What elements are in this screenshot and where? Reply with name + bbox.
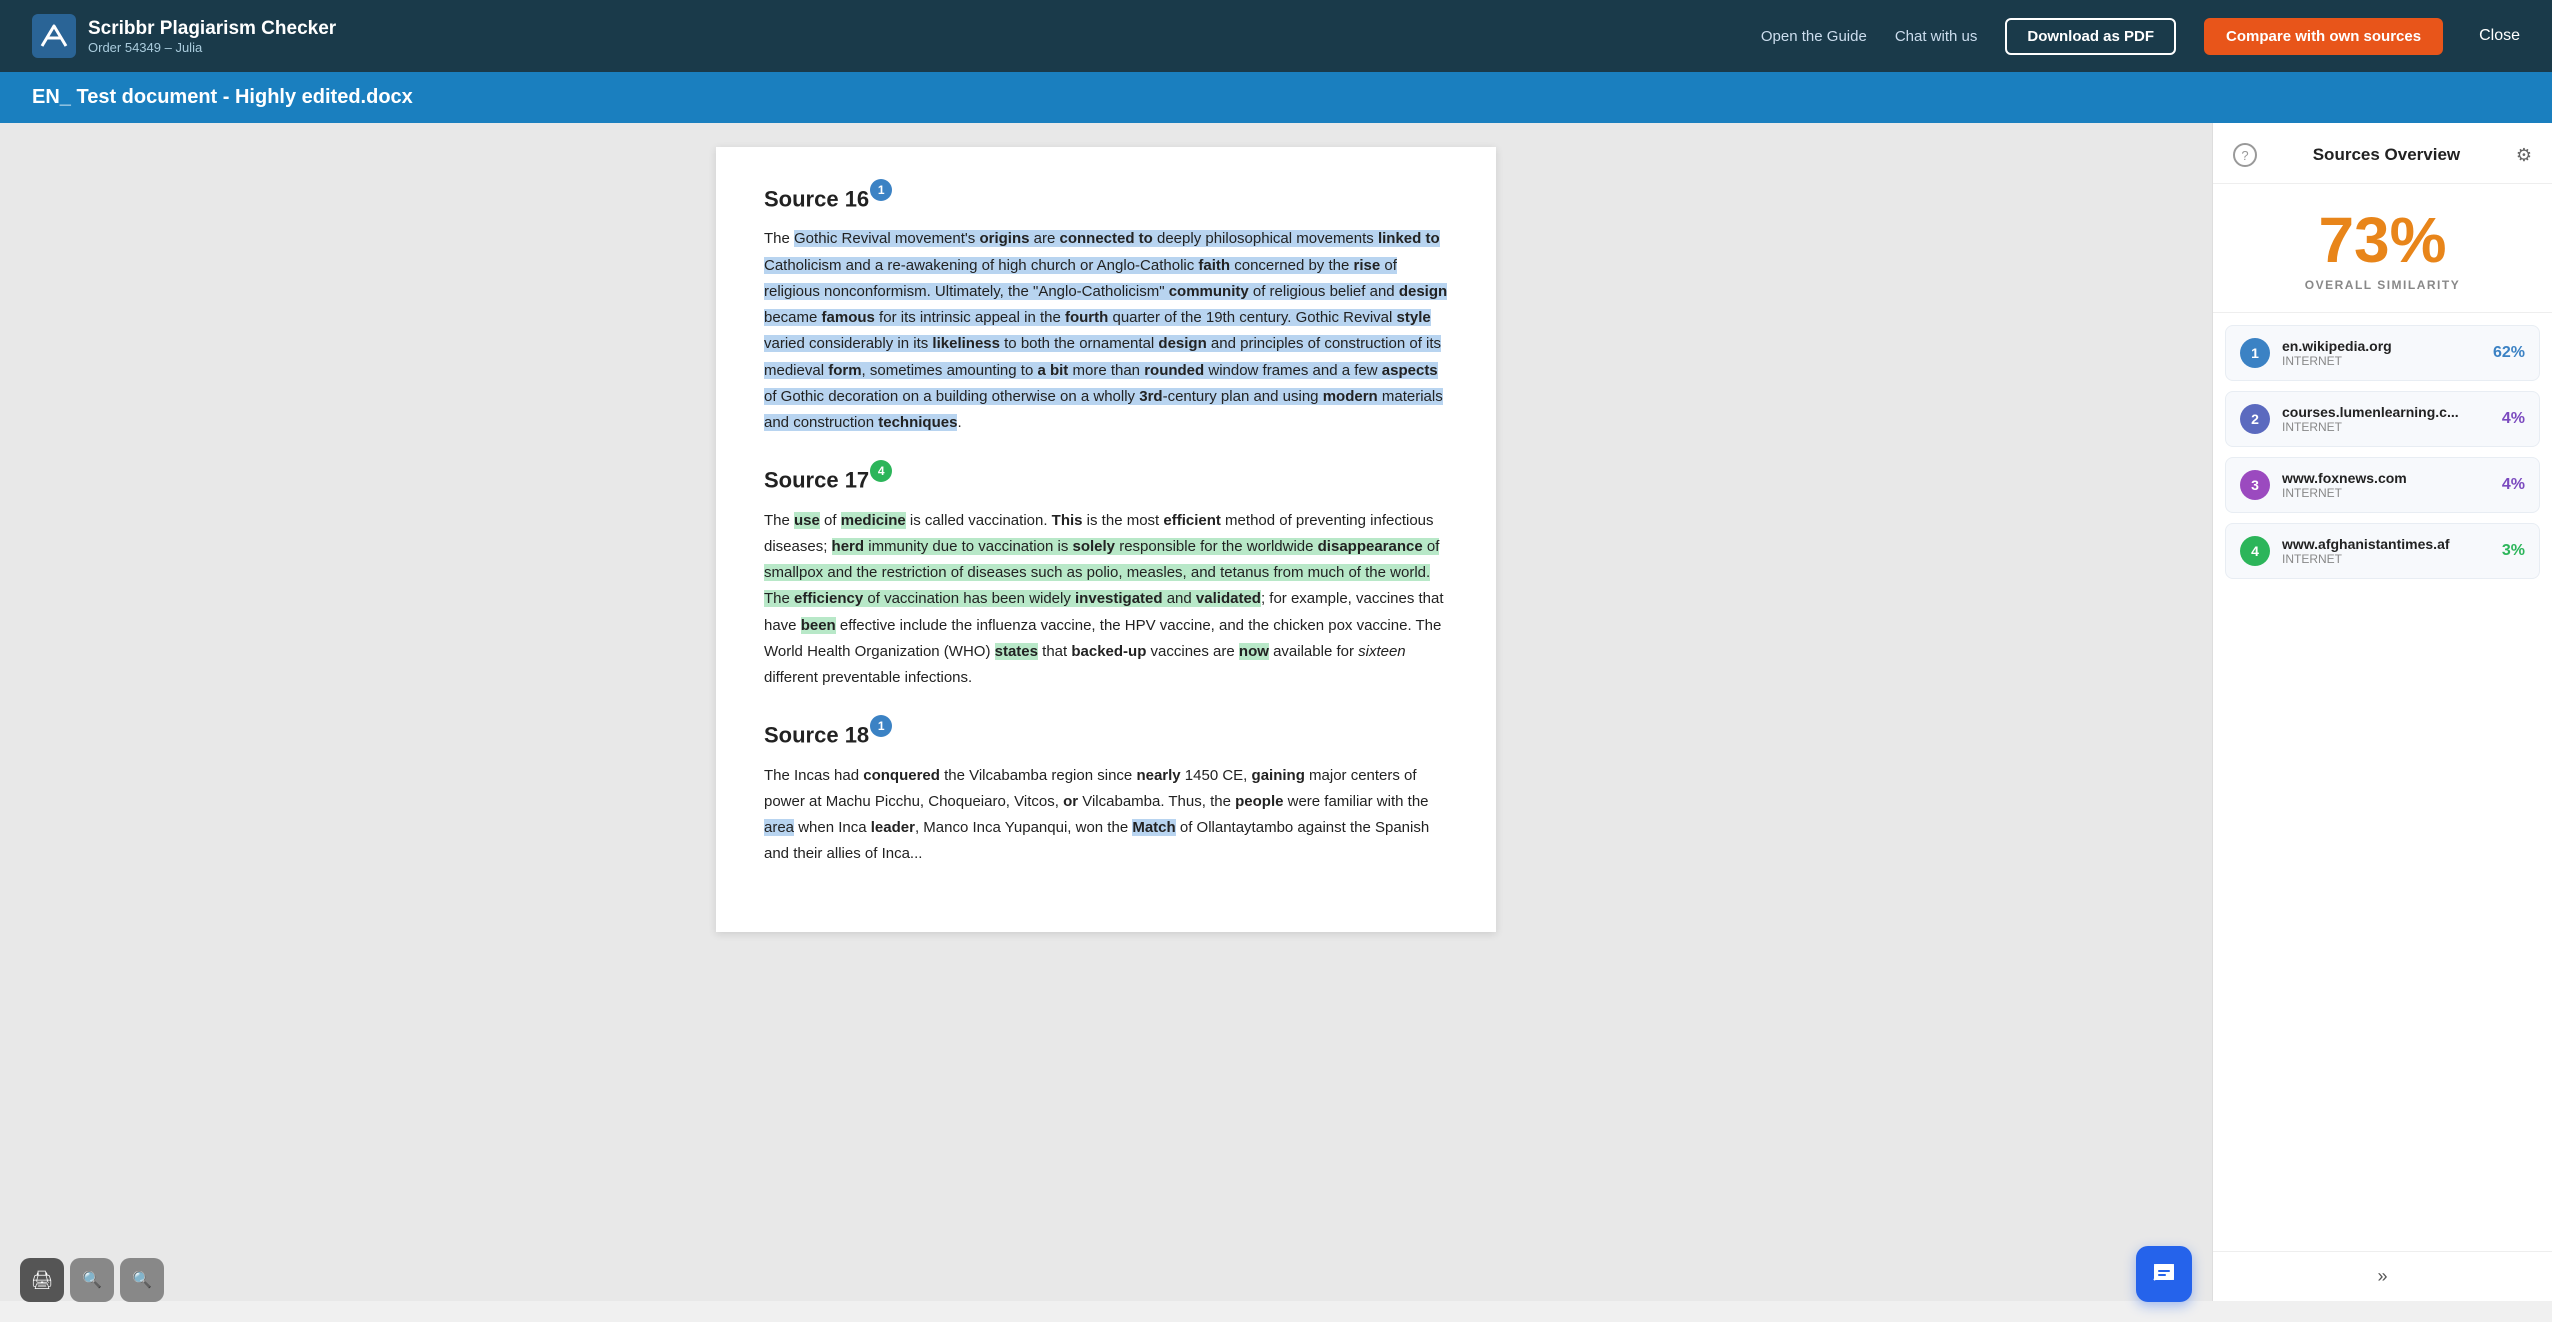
help-icon[interactable]: ? (2233, 143, 2257, 167)
source-16-badge: 1 (870, 179, 892, 201)
source-info-2: courses.lumenlearning.c... INTERNET (2282, 404, 2490, 434)
close-button[interactable]: Close (2479, 27, 2520, 45)
source-17-title: Source 174 (764, 464, 1448, 493)
source-18-badge: 1 (870, 715, 892, 737)
source-16-text: The Gothic Revival movement's origins ar… (764, 226, 1448, 436)
print-icon: 🖨 (31, 1270, 54, 1291)
zoom-out-button[interactable]: 🔍 (70, 1258, 114, 1302)
zoom-in-button[interactable]: 🔍 (120, 1258, 164, 1302)
source-type-3: INTERNET (2282, 486, 2490, 500)
zoom-in-icon: 🔍 (132, 1270, 152, 1290)
source-badge-4: 4 (2240, 536, 2270, 566)
logo-area: Scribbr Plagiarism Checker Order 54349 –… (32, 14, 336, 58)
source-18-title: Source 181 (764, 719, 1448, 748)
source-domain-1: en.wikipedia.org (2282, 338, 2481, 354)
document-title-bar: EN_ Test document - Highly edited.docx (0, 72, 2552, 123)
app-header: Scribbr Plagiarism Checker Order 54349 –… (0, 0, 2552, 72)
source-domain-3: www.foxnews.com (2282, 470, 2490, 486)
source-type-2: INTERNET (2282, 420, 2490, 434)
source-info-1: en.wikipedia.org INTERNET (2282, 338, 2481, 368)
sidebar-header: ? Sources Overview ⚙ (2213, 123, 2552, 184)
document-title: EN_ Test document - Highly edited.docx (32, 86, 413, 108)
source-pct-2: 4% (2502, 410, 2525, 428)
sidebar: ? Sources Overview ⚙ 73% OVERALL SIMILAR… (2212, 123, 2552, 1301)
zoom-out-icon: 🔍 (82, 1270, 102, 1290)
order-info: Order 54349 – Julia (88, 40, 336, 55)
source-badge-3: 3 (2240, 470, 2270, 500)
expand-icon: » (2377, 1266, 2387, 1287)
settings-icon[interactable]: ⚙ (2516, 145, 2532, 166)
source-16-title: Source 161 (764, 183, 1448, 212)
source-domain-4: www.afghanistantimes.af (2282, 536, 2490, 552)
similarity-label: OVERALL SIMILARITY (2233, 278, 2532, 292)
source-item-3[interactable]: 3 www.foxnews.com INTERNET 4% (2225, 457, 2540, 513)
logo-text: Scribbr Plagiarism Checker Order 54349 –… (88, 18, 336, 55)
source-17-badge: 4 (870, 460, 892, 482)
document-page: Source 161 The Gothic Revival movement's… (716, 147, 1496, 932)
source-info-4: www.afghanistantimes.af INTERNET (2282, 536, 2490, 566)
chat-link[interactable]: Chat with us (1895, 28, 1978, 45)
header-nav: Open the Guide Chat with us Download as … (1761, 18, 2520, 55)
source-info-3: www.foxnews.com INTERNET (2282, 470, 2490, 500)
source-item-1[interactable]: 1 en.wikipedia.org INTERNET 62% (2225, 325, 2540, 381)
main-layout: Source 161 The Gothic Revival movement's… (0, 123, 2552, 1301)
compare-sources-button[interactable]: Compare with own sources (2204, 18, 2443, 55)
logo-icon (32, 14, 76, 58)
print-button[interactable]: 🖨 (20, 1258, 64, 1302)
source-item-2[interactable]: 2 courses.lumenlearning.c... INTERNET 4% (2225, 391, 2540, 447)
source-18-text: The Incas had conquered the Vilcabamba r… (764, 763, 1448, 868)
sidebar-title: Sources Overview (2257, 145, 2516, 165)
guide-link[interactable]: Open the Guide (1761, 28, 1867, 45)
chat-fab-button[interactable] (2136, 1246, 2192, 1302)
similarity-percent: 73% (2233, 208, 2532, 272)
sources-list: 1 en.wikipedia.org INTERNET 62% 2 course… (2213, 313, 2552, 591)
source-pct-3: 4% (2502, 476, 2525, 494)
overall-similarity-section: 73% OVERALL SIMILARITY (2213, 184, 2552, 313)
source-badge-2: 2 (2240, 404, 2270, 434)
document-area: Source 161 The Gothic Revival movement's… (0, 123, 2212, 1301)
source-badge-1: 1 (2240, 338, 2270, 368)
expand-button[interactable]: » (2213, 1251, 2552, 1301)
source-type-4: INTERNET (2282, 552, 2490, 566)
chat-icon (2150, 1260, 2178, 1288)
source-item-4[interactable]: 4 www.afghanistantimes.af INTERNET 3% (2225, 523, 2540, 579)
source-pct-1: 62% (2493, 344, 2525, 362)
source-17-text: The use of medicine is called vaccinatio… (764, 508, 1448, 692)
download-pdf-button[interactable]: Download as PDF (2005, 18, 2176, 55)
source-type-1: INTERNET (2282, 354, 2481, 368)
app-title: Scribbr Plagiarism Checker (88, 18, 336, 40)
source-domain-2: courses.lumenlearning.c... (2282, 404, 2490, 420)
source-pct-4: 3% (2502, 542, 2525, 560)
bottom-toolbar: 🖨 🔍 🔍 (20, 1258, 164, 1302)
